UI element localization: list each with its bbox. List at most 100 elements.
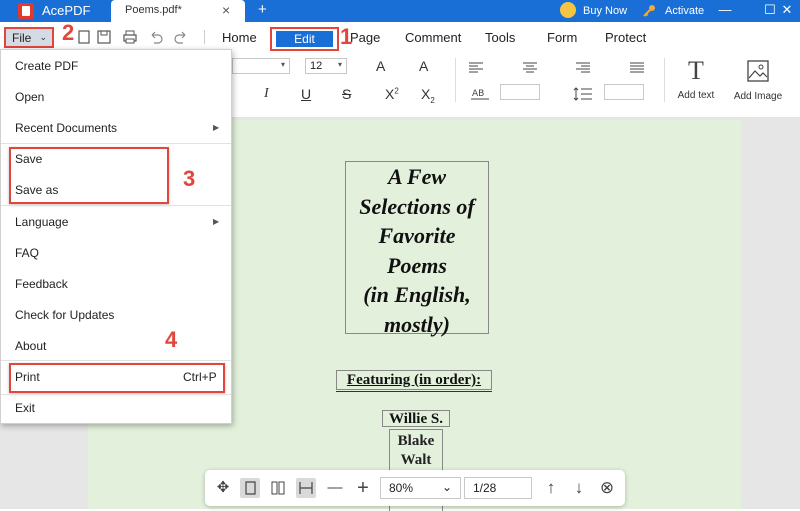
two-page-icon[interactable]	[268, 478, 288, 498]
close-tab-icon[interactable]: ×	[222, 2, 230, 18]
character-spacing-icon[interactable]: AB	[470, 86, 490, 102]
subscript-icon[interactable]: X2	[421, 86, 435, 105]
zoom-toolbar: ✥ — + 80% ⌄ 1/28 ↑ ↓ ⊗	[205, 470, 625, 506]
subscript-glyph: X	[421, 86, 431, 102]
file-menu-button[interactable]: File ⌄	[4, 27, 54, 48]
menu-item-save-as[interactable]: Save as	[15, 183, 58, 197]
chevron-down-icon: ▾	[337, 60, 342, 69]
print-shortcut: Ctrl+P	[183, 370, 217, 384]
add-text-button[interactable]: T Add text	[674, 56, 718, 102]
close-window-icon[interactable]: ✕	[774, 0, 800, 22]
menu-item-create-pdf[interactable]: Create PDF	[15, 59, 78, 73]
minimize-icon[interactable]: —	[712, 0, 738, 22]
title-line: Selections of	[359, 193, 475, 219]
menu-item-faq[interactable]: FAQ	[15, 246, 39, 260]
name-blake: Blake	[397, 433, 435, 449]
previous-page-icon[interactable]: ↑	[541, 478, 561, 498]
tab-edit[interactable]: Edit	[270, 27, 339, 51]
align-center-icon[interactable]	[522, 62, 538, 74]
menu-item-exit[interactable]: Exit	[15, 401, 35, 415]
new-tab-icon[interactable]: +	[258, 0, 267, 20]
menu-item-save[interactable]: Save	[15, 152, 42, 166]
underline-icon[interactable]: U	[301, 86, 311, 102]
menu-item-about[interactable]: About	[15, 339, 46, 353]
print-icon[interactable]	[122, 29, 138, 45]
close-toolbar-icon[interactable]: ⊗	[597, 478, 617, 498]
line-spacing-input[interactable]	[604, 84, 644, 100]
justify-icon[interactable]	[629, 62, 645, 74]
document-tab-label: Poems.pdf*	[125, 4, 182, 16]
align-left-icon[interactable]	[468, 62, 484, 74]
menu-separator	[1, 360, 231, 361]
add-image-label: Add Image	[733, 91, 783, 102]
menu-separator	[1, 205, 231, 206]
submenu-arrow-icon: ▶	[213, 123, 220, 132]
buy-now-label: Buy Now	[583, 5, 628, 17]
title-line: (in English,	[363, 282, 471, 307]
superscript-mark: 2	[394, 86, 399, 96]
title-line: mostly)	[384, 311, 450, 337]
text-tool-icon: T	[688, 56, 704, 85]
add-text-label: Add text	[677, 90, 715, 101]
chevron-down-icon: ▾	[280, 60, 285, 69]
fit-width-icon[interactable]	[296, 478, 316, 498]
italic-icon[interactable]: I	[264, 86, 269, 102]
new-doc-icon[interactable]	[76, 29, 92, 45]
tab-form[interactable]: Form	[547, 30, 577, 45]
chevron-down-icon: ⌄	[441, 480, 452, 494]
title-bar: AcePDF Poems.pdf* × + Buy Now Activate —…	[0, 0, 800, 22]
document-title-box[interactable]: A Few Selections of Favorite Poems (in E…	[345, 161, 489, 337]
zoom-out-icon[interactable]: —	[325, 478, 345, 498]
zoom-in-icon[interactable]: +	[353, 478, 373, 498]
name-willie[interactable]: Willie S.	[382, 410, 450, 427]
menu-separator	[1, 394, 231, 395]
tab-comment[interactable]: Comment	[405, 30, 461, 45]
font-size-value: 12	[310, 60, 323, 72]
app-tab[interactable]: AcePDF	[0, 0, 111, 22]
line-spacing-icon[interactable]	[573, 86, 593, 102]
move-icon[interactable]: ✥	[213, 478, 233, 498]
strikethrough-icon[interactable]: S	[342, 86, 351, 102]
tab-tools[interactable]: Tools	[485, 30, 515, 45]
tab-page[interactable]: Page	[350, 30, 380, 45]
annotation-4: 4	[165, 327, 178, 352]
increase-font-icon[interactable]: A	[376, 58, 385, 74]
menu-item-print[interactable]: Print	[15, 370, 40, 384]
superscript-icon[interactable]: X2	[385, 86, 399, 102]
zoom-value: 80%	[389, 481, 414, 495]
app-name: AcePDF	[42, 3, 91, 18]
annotation-2: 2	[62, 20, 75, 45]
tab-edit-label: Edit	[276, 31, 333, 47]
redo-icon[interactable]	[173, 29, 189, 45]
title-line: Poems	[387, 252, 447, 278]
toolbar-separator	[664, 58, 665, 102]
file-menu-label: File	[12, 31, 32, 45]
menu-item-language[interactable]: Language	[15, 215, 68, 229]
tab-home[interactable]: Home	[222, 30, 257, 45]
menu-separator	[1, 143, 231, 144]
zoom-select[interactable]: 80% ⌄	[380, 477, 461, 499]
menu-item-check-updates[interactable]: Check for Updates	[15, 308, 114, 322]
font-family-select[interactable]: ▾	[232, 58, 290, 74]
name-walt: Walt	[400, 452, 432, 468]
align-right-icon[interactable]	[575, 62, 591, 74]
page-number-input[interactable]: 1/28	[464, 477, 532, 499]
font-size-select[interactable]: 12 ▾	[305, 58, 347, 74]
toolbar-separator	[455, 58, 456, 102]
single-page-icon[interactable]	[240, 478, 260, 498]
add-image-button[interactable]: Add Image	[730, 58, 786, 102]
character-spacing-input[interactable]	[500, 84, 540, 100]
featuring-heading[interactable]: Featuring (in order):	[336, 370, 492, 392]
menu-bar: File ⌄ 2 Home Edit 1 Page Comment Tools …	[0, 20, 800, 52]
svg-text:AB: AB	[472, 89, 484, 99]
undo-icon[interactable]	[148, 29, 164, 45]
document-tab[interactable]: Poems.pdf* ×	[111, 0, 245, 22]
save-icon[interactable]	[96, 29, 112, 45]
decrease-font-icon[interactable]: A	[419, 58, 428, 74]
menu-item-open[interactable]: Open	[15, 90, 44, 104]
menu-item-recent-documents[interactable]: Recent Documents	[15, 121, 117, 135]
tab-protect[interactable]: Protect	[605, 30, 646, 45]
superscript-glyph: X	[385, 86, 395, 102]
menu-item-feedback[interactable]: Feedback	[15, 277, 68, 291]
next-page-icon[interactable]: ↓	[569, 478, 589, 498]
